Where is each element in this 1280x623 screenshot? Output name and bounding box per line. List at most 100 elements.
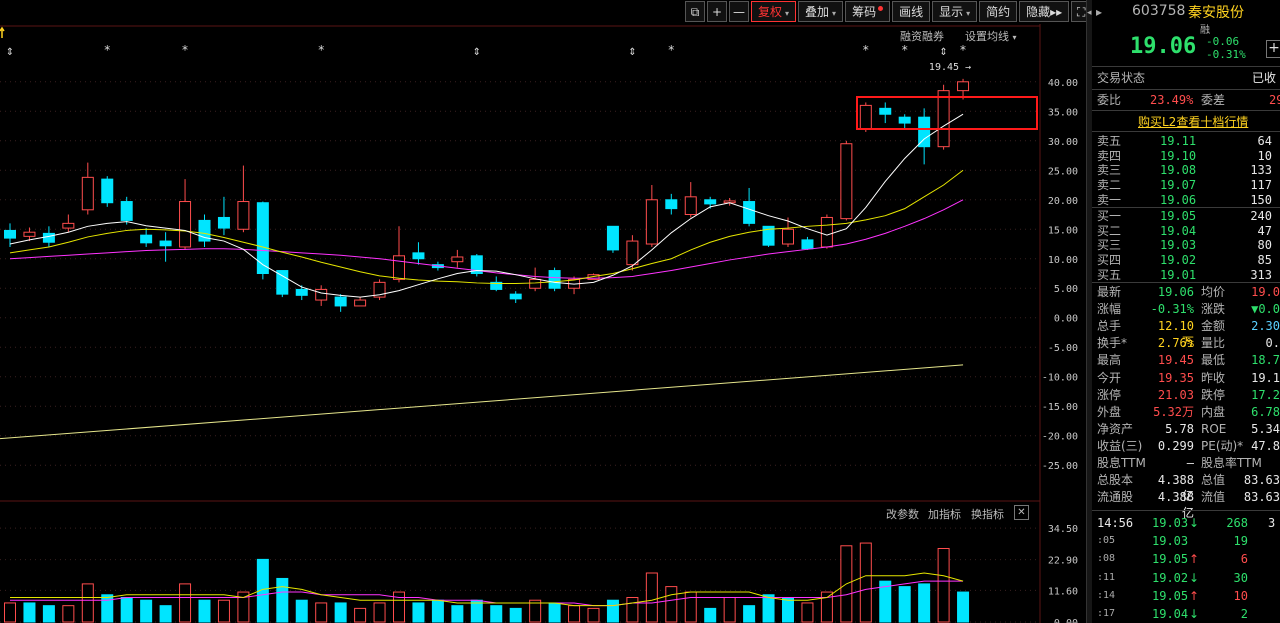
- event-star-marker: *: [960, 43, 966, 57]
- quote-panel: ▸ 603758 秦安股份 融 19.06 -0.06 -0.31% + 交易状…: [1092, 0, 1280, 623]
- ask-volume: 10: [1257, 148, 1272, 163]
- margin-trading-link[interactable]: 融资融券: [900, 28, 944, 44]
- cursor-arrow-icon: [0, 26, 5, 38]
- volume-bar: [665, 586, 678, 623]
- volume-bar: [801, 602, 814, 623]
- candle-body: [645, 199, 658, 245]
- ask-level-label: 卖四: [1097, 148, 1122, 163]
- volume-bar: [606, 599, 619, 623]
- volume-bar: [276, 577, 289, 623]
- ask-level-row: 卖三 19.08 133: [1092, 162, 1280, 178]
- stat-value: 17.2: [1251, 387, 1280, 402]
- bid-price: 19.02: [1160, 253, 1197, 268]
- chips-button[interactable]: 筹码: [845, 1, 891, 22]
- stat-label: 净资产: [1097, 421, 1134, 436]
- candle-body: [42, 232, 55, 243]
- event-arrow-marker: ⇕: [628, 47, 636, 58]
- notification-dot: [878, 6, 884, 11]
- tick-price: 19.05: [1152, 588, 1189, 603]
- kline-chart[interactable]: 40.00 35.00 30.00 25.00 20.00 15.00 10.00 5.00 0…: [0, 24, 1088, 623]
- trade-status-value: 已收: [1252, 71, 1277, 85]
- tick-price: 19.04: [1152, 607, 1189, 621]
- tick-row: :08 19.05 ↑ 6: [1092, 551, 1280, 567]
- volume-bar: [684, 591, 697, 623]
- volume-bar: [373, 602, 386, 623]
- restore-icon[interactable]: ⧉: [685, 1, 705, 22]
- ma-settings-link[interactable]: 设置均线 ▾: [965, 28, 1017, 44]
- tick-price: 19.05: [1152, 552, 1189, 567]
- candle-body: [626, 240, 639, 266]
- stat-value: 19.1: [1251, 370, 1280, 385]
- stat-label: 股息TTM: [1097, 456, 1146, 470]
- margin-badge: 融: [1200, 25, 1210, 36]
- candle-body: [451, 256, 464, 263]
- stat-label: PE(动)*: [1201, 438, 1244, 453]
- price-axis-tick: -15.00: [1042, 402, 1078, 413]
- candle-body: [704, 199, 717, 205]
- close-indicator-icon[interactable]: ✕: [1014, 505, 1029, 520]
- tick-direction-icon: ↓: [1189, 607, 1200, 621]
- stock-name: 秦安股份: [1188, 5, 1244, 21]
- price-axis-tick: 5.00: [1054, 284, 1078, 295]
- candle-body: [179, 201, 192, 248]
- stat-value: 83.63: [1243, 473, 1280, 488]
- buy-l2-link[interactable]: 购买L2查看十档行情: [1138, 113, 1248, 130]
- stat-label: 最高: [1097, 353, 1122, 368]
- switch-indicator-button[interactable]: 换指标: [971, 506, 1004, 522]
- volume-bar: [101, 594, 114, 623]
- bid-level-row: 买一 19.05 240: [1092, 208, 1280, 224]
- volume-bar: [937, 548, 950, 623]
- add-watchlist-button[interactable]: +: [1266, 40, 1280, 58]
- simple-button[interactable]: 简约: [979, 1, 1018, 22]
- tick-row: :14 19.05 ↑ 10: [1092, 588, 1280, 604]
- event-star-marker: *: [902, 43, 908, 57]
- add-indicator-button[interactable]: 加指标: [928, 506, 961, 522]
- collapse-left-icon[interactable]: ▸: [1096, 5, 1102, 19]
- chevron-down-icon: ▾: [966, 9, 971, 18]
- stat-value: 19.35: [1157, 370, 1194, 385]
- event-star-marker: *: [863, 43, 869, 57]
- price-axis-tick: 15.00: [1048, 225, 1078, 236]
- high-price-label: 19.45 →: [929, 62, 971, 73]
- weicha-value: 29: [1269, 93, 1280, 107]
- zoom-out-icon[interactable]: —: [729, 1, 749, 22]
- volume-bar: [334, 602, 347, 623]
- ma-settings-label: 设置均线: [965, 30, 1009, 43]
- candle-body: [4, 229, 16, 239]
- tick-time: :17: [1097, 608, 1116, 619]
- tick-direction-icon: ↑: [1189, 588, 1200, 603]
- draw-line-button[interactable]: 画线: [892, 1, 931, 22]
- stat-label: 均价: [1201, 285, 1226, 299]
- candle-body: [743, 201, 756, 224]
- stat-value: 2.30: [1251, 319, 1280, 334]
- event-star-marker: *: [318, 43, 324, 57]
- stat-value: 5.32万: [1153, 404, 1194, 419]
- weibi-row: 委比 23.49% 委差 29: [1092, 92, 1280, 108]
- candle-body: [101, 178, 114, 204]
- volume-bar: [723, 597, 736, 623]
- zoom-out-icon-label: —: [733, 5, 745, 19]
- hide-button[interactable]: 隐藏▸▸: [1019, 1, 1070, 22]
- stat-row: 净资产 5.78 ROE 5.34: [1092, 421, 1280, 437]
- tick-volume: 30: [1233, 570, 1248, 585]
- bid-price: 19.04: [1160, 223, 1197, 238]
- ask-volume: 133: [1250, 163, 1272, 178]
- weicha-label: 委差: [1201, 93, 1226, 107]
- volume-bar: [568, 605, 581, 623]
- adjust-button[interactable]: 复权 ▾: [751, 1, 797, 22]
- overlay-button[interactable]: 叠加 ▾: [798, 1, 844, 22]
- stat-row: 收益(三) 0.299 PE(动)* 47.8: [1092, 438, 1280, 454]
- tick-row: 14:56 19.03 ↓ 268 3: [1092, 515, 1280, 531]
- stat-label: 股息率TTM: [1201, 456, 1262, 470]
- stat-value: 2.76%: [1157, 336, 1194, 351]
- volume-axis-tick: 34.50: [1048, 524, 1078, 535]
- bid-price: 19.05: [1160, 209, 1197, 223]
- zoom-in-icon[interactable]: +: [707, 1, 727, 22]
- bid-level-row: 买三 19.03 80: [1092, 237, 1280, 253]
- adjust-button-label: 复权: [758, 5, 783, 19]
- modify-params-button[interactable]: 改参数: [886, 506, 919, 522]
- display-button[interactable]: 显示 ▾: [932, 1, 978, 22]
- stat-label: 昨收: [1201, 370, 1226, 385]
- bid-level-row: 买四 19.02 85: [1092, 252, 1280, 268]
- candle-body: [859, 104, 872, 130]
